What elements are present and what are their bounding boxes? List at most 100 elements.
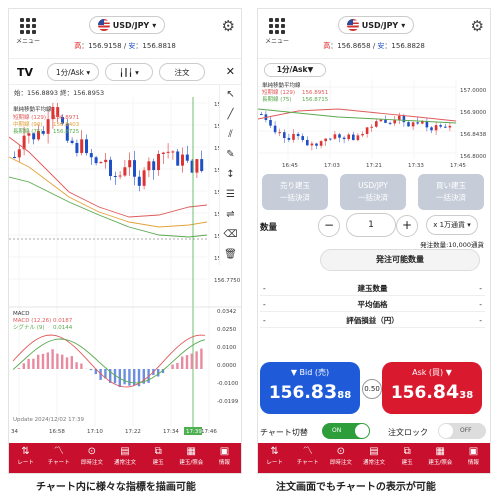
quantity-minus-button[interactable]: − bbox=[318, 215, 340, 237]
candle bbox=[361, 133, 364, 136]
line-icon[interactable]: ╱ bbox=[220, 105, 241, 125]
candle bbox=[128, 160, 132, 168]
chart-toolbar: 𝗧𝗩 1分/Ask ▾ ╽┃╽ ▾ 注文 ✕ bbox=[9, 59, 241, 85]
gear-icon[interactable]: ⚙ bbox=[471, 17, 484, 35]
candle bbox=[296, 133, 300, 137]
quantity-plus-button[interactable]: + bbox=[396, 215, 418, 237]
macd-histogram-bar bbox=[22, 363, 25, 369]
nav-chart[interactable]: 〽チャート bbox=[42, 443, 75, 473]
time-tick-label: 17:34 bbox=[163, 429, 179, 435]
timeframe-selector[interactable]: 1分/Ask ▾ bbox=[47, 63, 99, 81]
info-icon: ▣ bbox=[219, 446, 230, 457]
macd-histogram-bar bbox=[190, 353, 193, 369]
moving-average-line bbox=[9, 136, 208, 218]
caret-down-icon: ▾ bbox=[401, 20, 406, 30]
candle bbox=[434, 125, 438, 131]
order-button[interactable]: 注文 bbox=[159, 63, 205, 81]
nav-normal-order[interactable]: ▤ 通常注文 bbox=[108, 443, 141, 473]
indicator-title: 単純移動平均線 bbox=[13, 105, 52, 113]
nav-instant-order[interactable]: ⊙ 即時注文 bbox=[75, 443, 108, 473]
nav-inquiry[interactable]: ▦ 建玉/照会 bbox=[424, 443, 457, 473]
candle bbox=[338, 134, 341, 138]
currency-pair-selector[interactable]: USD/JPY ▾ bbox=[338, 16, 414, 34]
nav-rate[interactable]: ⇅ レート bbox=[258, 443, 291, 473]
chart-screen: メニュー USD/JPY ▾ ⚙ 高：156.9158 / 安：156.8818… bbox=[8, 8, 242, 474]
time-cursor-label: 17:39 bbox=[186, 429, 202, 435]
bid-sell-button[interactable]: ▼ Bid (売) 156.8388 bbox=[260, 362, 360, 414]
candle bbox=[185, 154, 189, 161]
mini-chart[interactable]: 157.0000 156.9000 156.8438 156.8000 単純移動平均線短… bbox=[258, 79, 491, 171]
menu-icon bbox=[15, 18, 41, 34]
candle bbox=[70, 140, 74, 143]
position-quantity-row: 建玉数量 bbox=[260, 281, 485, 296]
macd-histogram-bar bbox=[200, 348, 203, 369]
price-tick-label: 156.9000 bbox=[460, 110, 487, 116]
candle bbox=[118, 175, 122, 177]
time-tick-label: 16:58 bbox=[49, 429, 65, 435]
candle bbox=[342, 137, 346, 140]
candle bbox=[89, 153, 93, 158]
pen-icon[interactable]: ✎ bbox=[220, 145, 241, 165]
quantity-input[interactable]: 1 bbox=[346, 213, 396, 237]
cursor-icon[interactable]: ↖ bbox=[220, 85, 241, 105]
update-timestamp: Update 2024/12/02 17:39 bbox=[13, 417, 84, 423]
nav-chart[interactable]: 〽チャート bbox=[291, 443, 324, 473]
nav-inquiry[interactable]: ▦ 建玉/照会 bbox=[175, 443, 208, 473]
macd-legend-name: シグナル (9) bbox=[13, 323, 45, 331]
macd-histogram-bar bbox=[37, 354, 40, 369]
close-icon[interactable]: ✕ bbox=[226, 65, 235, 78]
candle bbox=[13, 157, 16, 158]
fib-icon[interactable]: ☰ bbox=[220, 185, 241, 205]
candle bbox=[46, 119, 50, 134]
legend-name: 中期線 (90) bbox=[13, 120, 43, 128]
candle bbox=[113, 175, 117, 177]
macd-histogram-bar bbox=[27, 358, 30, 369]
candle bbox=[161, 152, 165, 154]
bulk-close-buy-button[interactable]: 買い建玉 一括決済 bbox=[418, 174, 484, 210]
unit-selector[interactable]: x 1万通貨 ▾ bbox=[426, 215, 478, 235]
timeframe-selector[interactable]: 1分/Ask▼ bbox=[264, 63, 326, 77]
chart-toggle[interactable]: ON bbox=[322, 423, 370, 439]
measure-icon[interactable]: ↕ bbox=[220, 165, 241, 185]
price-tick-label: 157.0000 bbox=[460, 88, 487, 94]
price-chart[interactable]: 156.9500156.9250156.9000156.8750156.8500… bbox=[9, 97, 242, 437]
order-lock-label: 注文ロック bbox=[388, 428, 428, 437]
bulk-close-pair-button[interactable]: USD/JPY 一括決済 bbox=[340, 174, 406, 210]
candle bbox=[152, 161, 156, 171]
candle bbox=[133, 160, 136, 177]
eraser-icon[interactable]: ⌫ bbox=[220, 225, 241, 245]
nav-position[interactable]: ⧉ 建玉 bbox=[142, 443, 175, 473]
available-quantity-button[interactable]: 発注可能数量 bbox=[320, 249, 480, 271]
order-lock-toggle[interactable]: OFF bbox=[438, 423, 486, 439]
time-tick-label: 17:21 bbox=[366, 163, 382, 169]
macd-histogram-bar bbox=[176, 362, 179, 369]
candle bbox=[94, 157, 98, 164]
nav-info[interactable]: ▣ 情報 bbox=[457, 443, 490, 473]
candle bbox=[104, 159, 108, 163]
moving-average-line bbox=[9, 156, 208, 228]
nav-instant-order[interactable]: ⊙ 即時注文 bbox=[324, 443, 357, 473]
trash-icon[interactable]: 🗑 bbox=[220, 245, 241, 265]
menu-icon bbox=[264, 18, 290, 34]
bulk-close-sell-button[interactable]: 売り建玉 一括決済 bbox=[262, 174, 328, 210]
gear-icon[interactable]: ⚙ bbox=[222, 17, 235, 35]
macd-histogram-bar bbox=[65, 357, 69, 369]
ohlc-readout: 始：156.8893 終：156.8953 bbox=[14, 89, 105, 97]
legend-name: 長期線 (75) bbox=[13, 127, 43, 135]
nav-position[interactable]: ⧉ 建玉 bbox=[391, 443, 424, 473]
macd-histogram-bar bbox=[89, 369, 93, 371]
candle bbox=[109, 159, 112, 176]
ask-buy-button[interactable]: Ask (買) ▼ 156.8438 bbox=[382, 362, 482, 414]
candle bbox=[181, 154, 184, 166]
candle-type-selector[interactable]: ╽┃╽ ▾ bbox=[105, 63, 153, 81]
currency-pair-selector[interactable]: USD/JPY ▾ bbox=[89, 16, 165, 34]
channel-icon[interactable]: ⫽ bbox=[220, 125, 241, 145]
candle bbox=[99, 162, 103, 164]
candle-icon: ╽┃╽ bbox=[119, 67, 133, 77]
nav-info[interactable]: ▣ 情報 bbox=[208, 443, 241, 473]
candle bbox=[80, 139, 84, 153]
nav-normal-order[interactable]: ▤ 通常注文 bbox=[357, 443, 390, 473]
horizontal-icon[interactable]: ⇌ bbox=[220, 205, 241, 225]
nav-rate[interactable]: ⇅ レート bbox=[9, 443, 42, 473]
candle bbox=[421, 121, 424, 124]
